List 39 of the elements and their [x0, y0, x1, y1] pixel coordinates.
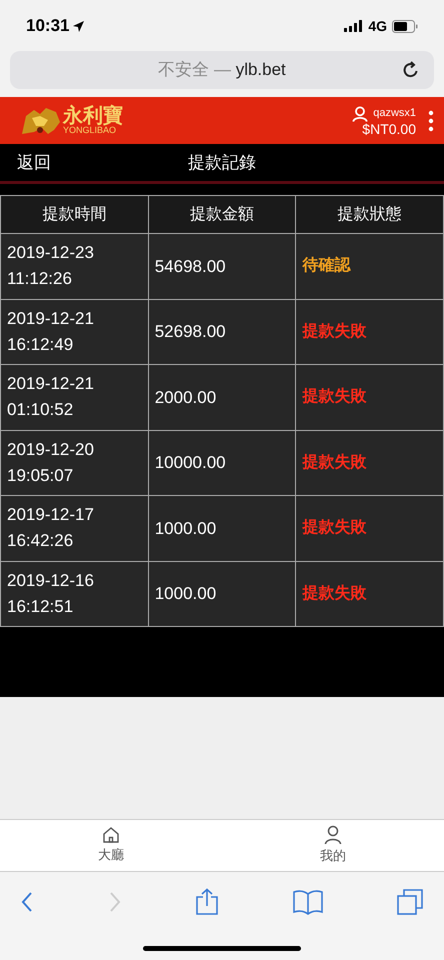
user-icon — [324, 825, 342, 846]
status-cell: 提款失敗 — [296, 496, 444, 561]
balance: $NT0.00 — [362, 122, 416, 136]
date-time-cell: 2019-12-16 16:12:51 — [0, 561, 148, 626]
column-header: 提款時間 — [0, 196, 148, 234]
username: qazwsx1 — [373, 106, 416, 122]
logo-subtitle: YONGLIBAO — [63, 126, 116, 135]
user-icon[interactable] — [352, 106, 368, 122]
status-cell: 提款失敗 — [296, 561, 444, 626]
share-icon[interactable] — [195, 888, 219, 916]
network-label: 4G — [368, 16, 387, 36]
date-time-cell: 2019-12-23 11:12:26 — [0, 234, 148, 299]
back-icon[interactable] — [20, 891, 34, 913]
column-header: 提款金額 — [148, 196, 296, 234]
bookmarks-icon[interactable] — [292, 889, 322, 915]
back-link[interactable]: 返回 — [17, 150, 51, 176]
url-text: 不安全 — ylb.bet — [158, 59, 286, 82]
column-header: 提款狀態 — [296, 196, 444, 234]
date-time-cell: 2019-12-21 01:10:52 — [0, 364, 148, 430]
status-cell: 待確認 — [296, 234, 444, 299]
tabs-icon[interactable] — [396, 888, 424, 916]
address-bar[interactable]: 不安全 — ylb.bet — [10, 51, 434, 89]
clock-time: 10:31 — [26, 15, 70, 38]
tab-item[interactable]: 我的 — [222, 820, 444, 871]
status-cell: 提款失敗 — [296, 364, 444, 430]
home-icon — [102, 826, 120, 844]
location-arrow-icon — [73, 20, 84, 32]
amount-cell: 1000.00 — [148, 496, 296, 561]
amount-cell: 1000.00 — [148, 561, 296, 626]
tab-item[interactable]: 大廳 — [0, 820, 222, 871]
amount-cell: 54698.00 — [148, 234, 296, 299]
signal-icon — [344, 20, 364, 32]
page-title: 提款記錄 — [188, 152, 256, 174]
more-menu-icon[interactable] — [428, 110, 434, 132]
date-time-cell: 2019-12-17 16:42:26 — [0, 496, 148, 561]
reload-icon[interactable] — [402, 61, 420, 79]
battery-icon — [392, 20, 418, 32]
amount-cell: 2000.00 — [148, 364, 296, 430]
logo-title: 永利寶 — [63, 106, 123, 126]
